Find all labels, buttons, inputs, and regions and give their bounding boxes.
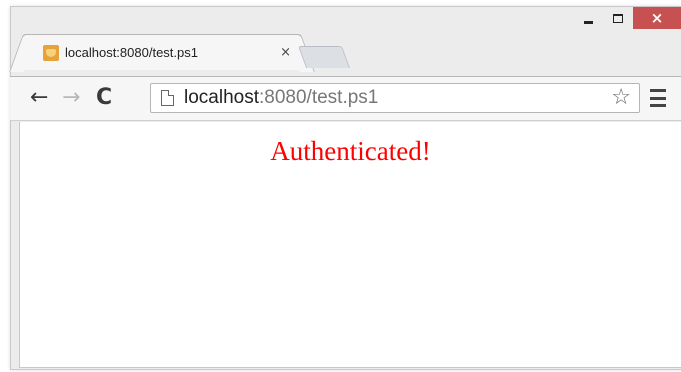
page-content: Authenticated!: [19, 122, 681, 368]
bookmark-star-icon[interactable]: ☆: [611, 87, 631, 109]
address-bar[interactable]: localhost:8080/test.ps1 ☆: [150, 83, 640, 113]
tab-close-icon[interactable]: ×: [280, 45, 291, 60]
browser-tab[interactable]: localhost:8080/test.ps1 ×: [22, 34, 302, 70]
maximize-button[interactable]: [603, 7, 633, 29]
minimize-button[interactable]: [573, 7, 603, 29]
minimize-icon: [583, 20, 593, 24]
hamburger-menu-icon[interactable]: [650, 89, 666, 107]
url-host: localhost: [184, 87, 259, 108]
localhost-favicon-icon: [43, 44, 59, 61]
new-tab-button[interactable]: [297, 46, 351, 68]
tab-title: localhost:8080/test.ps1: [65, 45, 198, 60]
back-arrow-icon[interactable]: ←: [30, 87, 48, 109]
browser-toolbar: ← → C localhost:8080/test.ps1 ☆: [10, 76, 681, 121]
reload-icon[interactable]: C: [96, 87, 112, 109]
page-icon: [161, 90, 174, 106]
forward-arrow-icon[interactable]: →: [62, 87, 80, 109]
maximize-icon: [613, 13, 623, 23]
authenticated-message: Authenticated!: [270, 136, 431, 166]
close-icon: ×: [650, 8, 664, 27]
url-path: :8080/test.ps1: [259, 87, 379, 108]
url-text[interactable]: localhost:8080/test.ps1: [184, 87, 378, 109]
close-window-button[interactable]: ×: [633, 7, 681, 29]
window-controls: ×: [573, 7, 681, 29]
